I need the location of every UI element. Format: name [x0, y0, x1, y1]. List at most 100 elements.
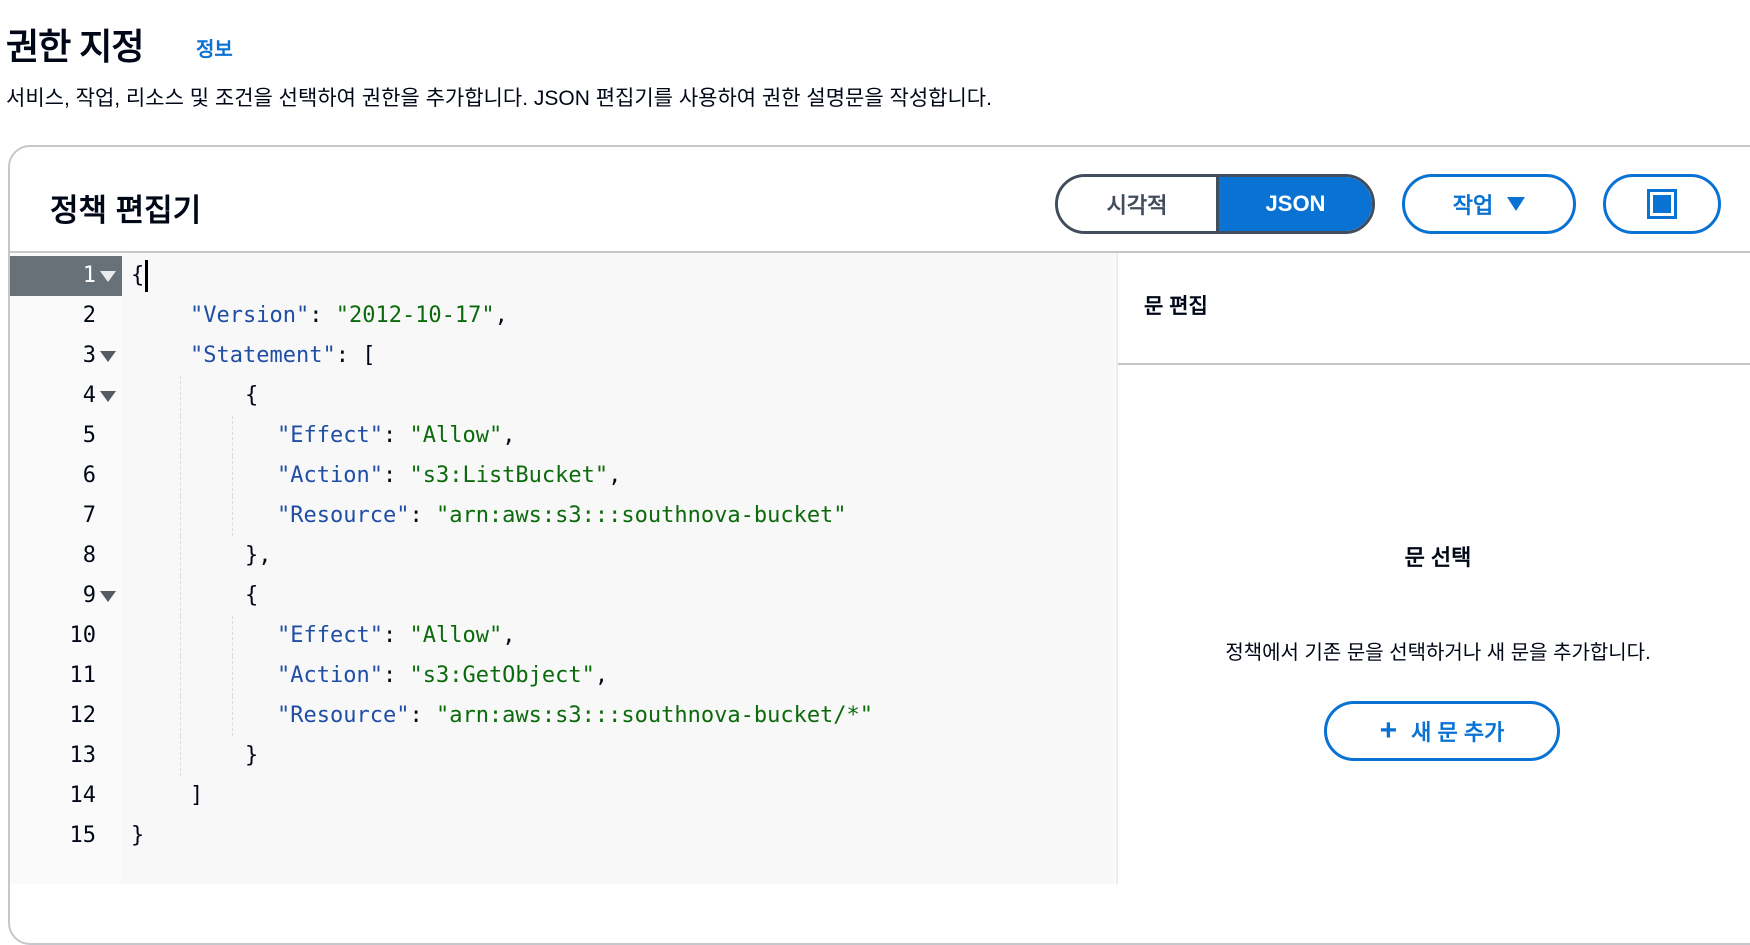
- indent-guide: [180, 376, 181, 416]
- info-link[interactable]: 정보: [196, 33, 233, 62]
- code-line[interactable]: 12 "Resource": "arn:aws:s3:::southnova-bu…: [10, 696, 1116, 736]
- json-punctuation: {: [245, 383, 259, 408]
- code-line[interactable]: 4{: [10, 376, 1116, 416]
- code-line[interactable]: 10 "Effect": "Allow",: [10, 616, 1116, 656]
- line-number-cell: 1: [10, 256, 122, 296]
- add-statement-label: 새 문 추가: [1411, 720, 1505, 745]
- indent-guide: [180, 736, 181, 776]
- code-text: "Effect": "Allow",: [277, 416, 515, 456]
- code-line[interactable]: 1{: [10, 256, 1116, 296]
- code-text: "Statement": [: [190, 336, 375, 376]
- json-key: "Action": [277, 463, 383, 488]
- plus-icon: +: [1379, 714, 1398, 747]
- indent-guide: [232, 616, 233, 656]
- empty-state-title: 문 선택: [1404, 545, 1472, 570]
- json-string: "Allow": [409, 423, 503, 448]
- code-text: "Resource": "arn:aws:s3:::southnova-buck…: [277, 496, 847, 536]
- json-key: "Resource": [277, 503, 410, 528]
- json-punctuation: ,: [608, 463, 622, 488]
- line-number-cell: 5: [10, 416, 122, 456]
- mode-json-button[interactable]: JSON: [1219, 177, 1372, 231]
- line-number-cell: 12: [10, 696, 122, 736]
- json-punctuation: :: [382, 423, 410, 448]
- json-punctuation: :: [409, 503, 436, 528]
- line-number: 14: [69, 783, 97, 808]
- line-number-cell: 11: [10, 656, 122, 696]
- json-punctuation: ,: [494, 303, 508, 328]
- indent-guide: [232, 496, 233, 536]
- add-statement-button[interactable]: + 새 문 추가: [1324, 701, 1560, 761]
- line-number: 3: [82, 343, 96, 368]
- fold-arrow-icon[interactable]: [100, 271, 116, 282]
- fullscreen-icon: [1647, 189, 1677, 219]
- policy-editor-title: 정책 편집기: [50, 193, 202, 228]
- code-line[interactable]: 6 "Action": "s3:ListBucket",: [10, 456, 1116, 496]
- caret-down-icon: [1507, 197, 1526, 211]
- code-line[interactable]: 7 "Resource": "arn:aws:s3:::southnova-buc…: [10, 496, 1116, 536]
- json-punctuation: :: [409, 703, 436, 728]
- indent-guide: [180, 696, 181, 736]
- fold-arrow-icon[interactable]: [100, 591, 116, 602]
- fold-arrow-icon[interactable]: [100, 351, 116, 362]
- indent-guide: [180, 496, 181, 536]
- indent-guide: [180, 456, 181, 496]
- code-line[interactable]: 14]: [10, 776, 1116, 816]
- json-punctuation: ,: [594, 663, 609, 688]
- json-string: "s3:ListBucket": [409, 463, 609, 488]
- line-number-cell: 9: [10, 576, 122, 616]
- code-text: "Effect": "Allow",: [277, 616, 515, 656]
- code-line[interactable]: 5 "Effect": "Allow",: [10, 416, 1116, 456]
- line-number-cell: 6: [10, 456, 122, 496]
- line-number: 4: [82, 383, 96, 408]
- code-text: }: [131, 816, 144, 856]
- indent-guide: [180, 616, 181, 656]
- indent-guide: [180, 416, 181, 456]
- line-number: 10: [69, 623, 97, 648]
- mode-visual-button[interactable]: 시각적: [1058, 177, 1219, 231]
- text-cursor: [145, 260, 148, 292]
- code-line[interactable]: 9{: [10, 576, 1116, 616]
- indent-guide: [232, 416, 233, 456]
- code-line[interactable]: 3 "Statement": [: [10, 336, 1116, 376]
- json-punctuation: ,: [502, 623, 516, 648]
- indent-guide: [180, 536, 181, 576]
- json-punctuation: :: [382, 623, 410, 648]
- json-key: "Effect": [277, 423, 383, 448]
- line-number-cell: 7: [10, 496, 122, 536]
- code-line[interactable]: 11 "Action": "s3:GetObject",: [10, 656, 1116, 696]
- line-number: 8: [82, 543, 96, 568]
- json-key: "Effect": [277, 623, 383, 648]
- code-line[interactable]: 2 "Version": "2012-10-17",: [10, 296, 1116, 336]
- json-punctuation: {: [245, 583, 259, 608]
- code-text: }: [245, 736, 258, 776]
- code-line[interactable]: 15}: [10, 816, 1116, 856]
- json-punctuation: :: [382, 663, 410, 688]
- code-text: {: [131, 256, 144, 296]
- json-key: "Statement": [190, 343, 336, 368]
- code-line[interactable]: 13}: [10, 736, 1116, 776]
- page-title: 권한 지정: [6, 26, 144, 67]
- code-line[interactable]: 8},: [10, 536, 1116, 576]
- fold-arrow-icon[interactable]: [100, 391, 116, 402]
- line-number-cell: 2: [10, 296, 122, 336]
- line-number: 5: [82, 423, 96, 448]
- statement-panel-title: 문 편집: [1144, 295, 1208, 318]
- json-punctuation: ]: [190, 783, 204, 808]
- fullscreen-button[interactable]: [1603, 174, 1721, 234]
- json-key: "Action": [277, 663, 383, 688]
- code-text: "Action": "s3:GetObject",: [277, 656, 608, 696]
- indent-guide: [232, 656, 233, 696]
- json-string: "2012-10-17": [335, 303, 495, 328]
- indent-guide: [232, 456, 233, 496]
- json-string: "s3:GetObject": [409, 663, 595, 688]
- empty-state-description: 정책에서 기존 문을 선택하거나 새 문을 추가합니다.: [1225, 642, 1651, 664]
- indent-guide: [180, 576, 181, 616]
- line-number-cell: 14: [10, 776, 122, 816]
- actions-dropdown-button[interactable]: 작업: [1402, 174, 1576, 234]
- editor-mode-toggle: 시각적 JSON: [1055, 174, 1375, 234]
- json-key: "Version": [190, 303, 310, 328]
- line-number: 2: [82, 303, 96, 328]
- code-text: },: [245, 536, 272, 576]
- line-number-cell: 8: [10, 536, 122, 576]
- line-number: 13: [69, 743, 97, 768]
